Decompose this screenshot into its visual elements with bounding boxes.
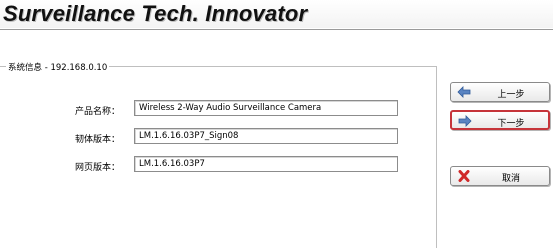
web-version-field[interactable] — [134, 156, 398, 172]
cancel-button[interactable]: 取消 — [450, 166, 550, 186]
next-button-label: 下一步 — [497, 119, 525, 129]
system-info-legend: 系统信息 - 192.168.0.10 — [6, 61, 110, 73]
field-row-firmware-version: 韧体版本： — [0, 128, 436, 148]
x-icon — [458, 170, 470, 182]
group-border-top — [108, 66, 436, 67]
cancel-button-label: 取消 — [501, 174, 520, 184]
app-header: Surveillance Tech. Innovator — [0, 0, 553, 28]
product-name-field[interactable] — [134, 100, 398, 116]
field-row-web-version: 网页版本： — [0, 156, 436, 176]
arrow-right-icon — [458, 115, 472, 127]
product-name-label: 产品名称： — [75, 107, 121, 117]
brand-logo-text: Surveillance Tech. Innovator — [3, 1, 308, 26]
next-button[interactable]: 下一步 — [450, 110, 550, 130]
group-border-right — [436, 66, 437, 248]
arrow-left-icon — [457, 86, 471, 98]
firmware-version-label: 韧体版本： — [75, 135, 121, 145]
firmware-version-field[interactable] — [134, 128, 398, 144]
web-version-label: 网页版本： — [75, 163, 121, 173]
header-divider — [0, 29, 553, 30]
field-row-product-name: 产品名称： — [0, 100, 436, 120]
prev-button[interactable]: 上一步 — [450, 82, 550, 102]
prev-button-label: 上一步 — [497, 90, 525, 100]
